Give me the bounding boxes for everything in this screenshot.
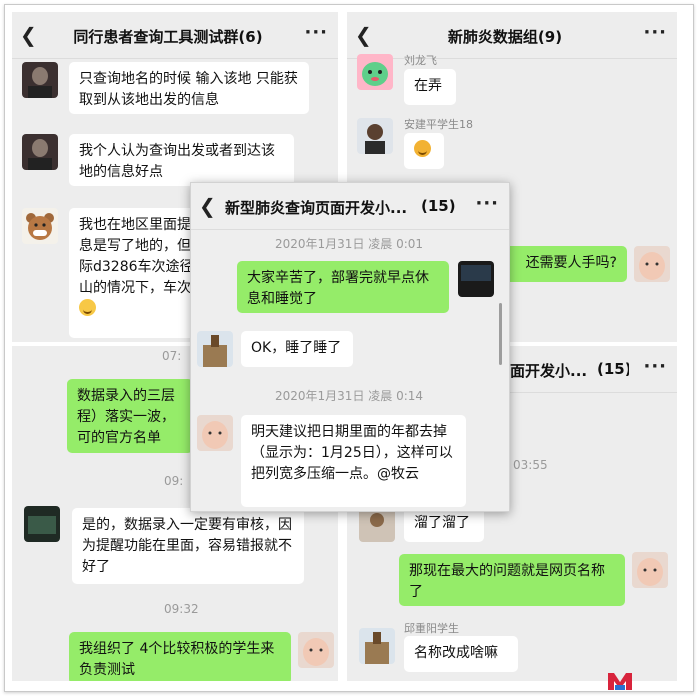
watermark-logo [608,673,632,690]
chat-header: ❮ 新肺炎数据组(9) ··· [347,12,677,59]
scrollbar[interactable] [499,303,502,365]
chat-member-count: (15) [421,197,456,215]
chat-title: 新型肺炎查询页面开发小... [225,199,408,217]
chevron-left-icon[interactable]: ❮ [20,23,37,47]
avatar[interactable] [634,246,670,282]
timestamp: 2020年1月31日 凌晨 0:01 [275,237,424,251]
avatar[interactable] [24,506,60,542]
more-dots-icon[interactable]: ··· [304,22,328,43]
shocked-emoji-icon [414,140,431,157]
avatar[interactable] [22,134,58,170]
avatar[interactable] [458,261,494,297]
timestamp: 2020年1月31日 凌晨 0:14 [275,389,424,403]
chevron-left-icon[interactable]: ❮ [355,23,372,47]
avatar[interactable] [357,118,393,154]
chat-title: 面开发小... [510,362,588,380]
message-bubble: 我个人认为查询出发或者到达该地的信息好点 [69,134,294,186]
chat-title: 新肺炎数据组(9) [447,28,563,46]
more-dots-icon[interactable]: ··· [643,22,667,43]
message-bubble-sent: 大家辛苦了，部署完就早点休息和睡觉了 [237,261,449,313]
message-bubble: 在弄 [404,69,456,105]
message-bubble: 只查询地名的时候 输入该地 只能获取到从该地出发的信息 [69,62,309,114]
chat-header: ❮ 同行患者查询工具测试群(6) ··· [12,12,338,59]
message-bubble-sent: 还需要人手吗? [503,246,627,282]
message-bubble: 明天建议把日期里面的年都去掉（显示为：1月25日），这样可以把列宽多压缩一点。@… [241,415,466,507]
chat-panel-dev-group-overlay: ❮ 新型肺炎查询页面开发小... (15) ··· 2020年1月31日 凌晨 … [190,182,510,512]
timestamp: 09: [164,474,184,488]
message-bubble: OK，睡了睡了 [241,331,353,367]
message-bubble-sent: 我组织了 4个比较积极的学生来负责测试 [69,632,291,681]
sender-name: 安建平学生18 [404,118,473,131]
message-bubble: 名称改成啥嘛 [404,636,518,672]
chat-header: ❮ 新型肺炎查询页面开发小... (15) ··· [191,183,509,230]
sender-name: 刘龙飞 [404,54,437,67]
chat-member-count: (15) [597,360,629,378]
avatar[interactable] [22,208,58,244]
message-bubble: 是的，数据录入一定要有审核，因为提醒功能在里面，容易错报就不好了 [72,508,304,584]
chat-title: 同行患者查询工具测试群(6) [73,28,263,46]
avatar[interactable] [197,331,233,367]
timestamp: 07: [162,349,182,363]
more-dots-icon[interactable]: ··· [643,356,667,377]
more-dots-icon[interactable]: ··· [475,193,499,214]
message-bubble-sent: 数据录入的三层程）落实一波，可的官方名单 [67,379,193,453]
laughing-emoji-icon [79,299,96,316]
avatar[interactable] [632,552,668,588]
timestamp: 09:32 [164,602,199,616]
message-bubble [404,133,444,169]
chevron-left-icon[interactable]: ❮ [199,194,216,218]
avatar[interactable] [22,62,58,98]
avatar[interactable] [357,54,393,90]
message-bubble-sent: 那现在最大的问题就是网页名称了 [399,554,625,606]
timestamp: 03:55 [513,458,548,472]
avatar[interactable] [197,415,233,451]
avatar[interactable] [298,632,334,668]
avatar[interactable] [359,628,395,664]
sender-name: 邱重阳学生 [404,622,459,635]
